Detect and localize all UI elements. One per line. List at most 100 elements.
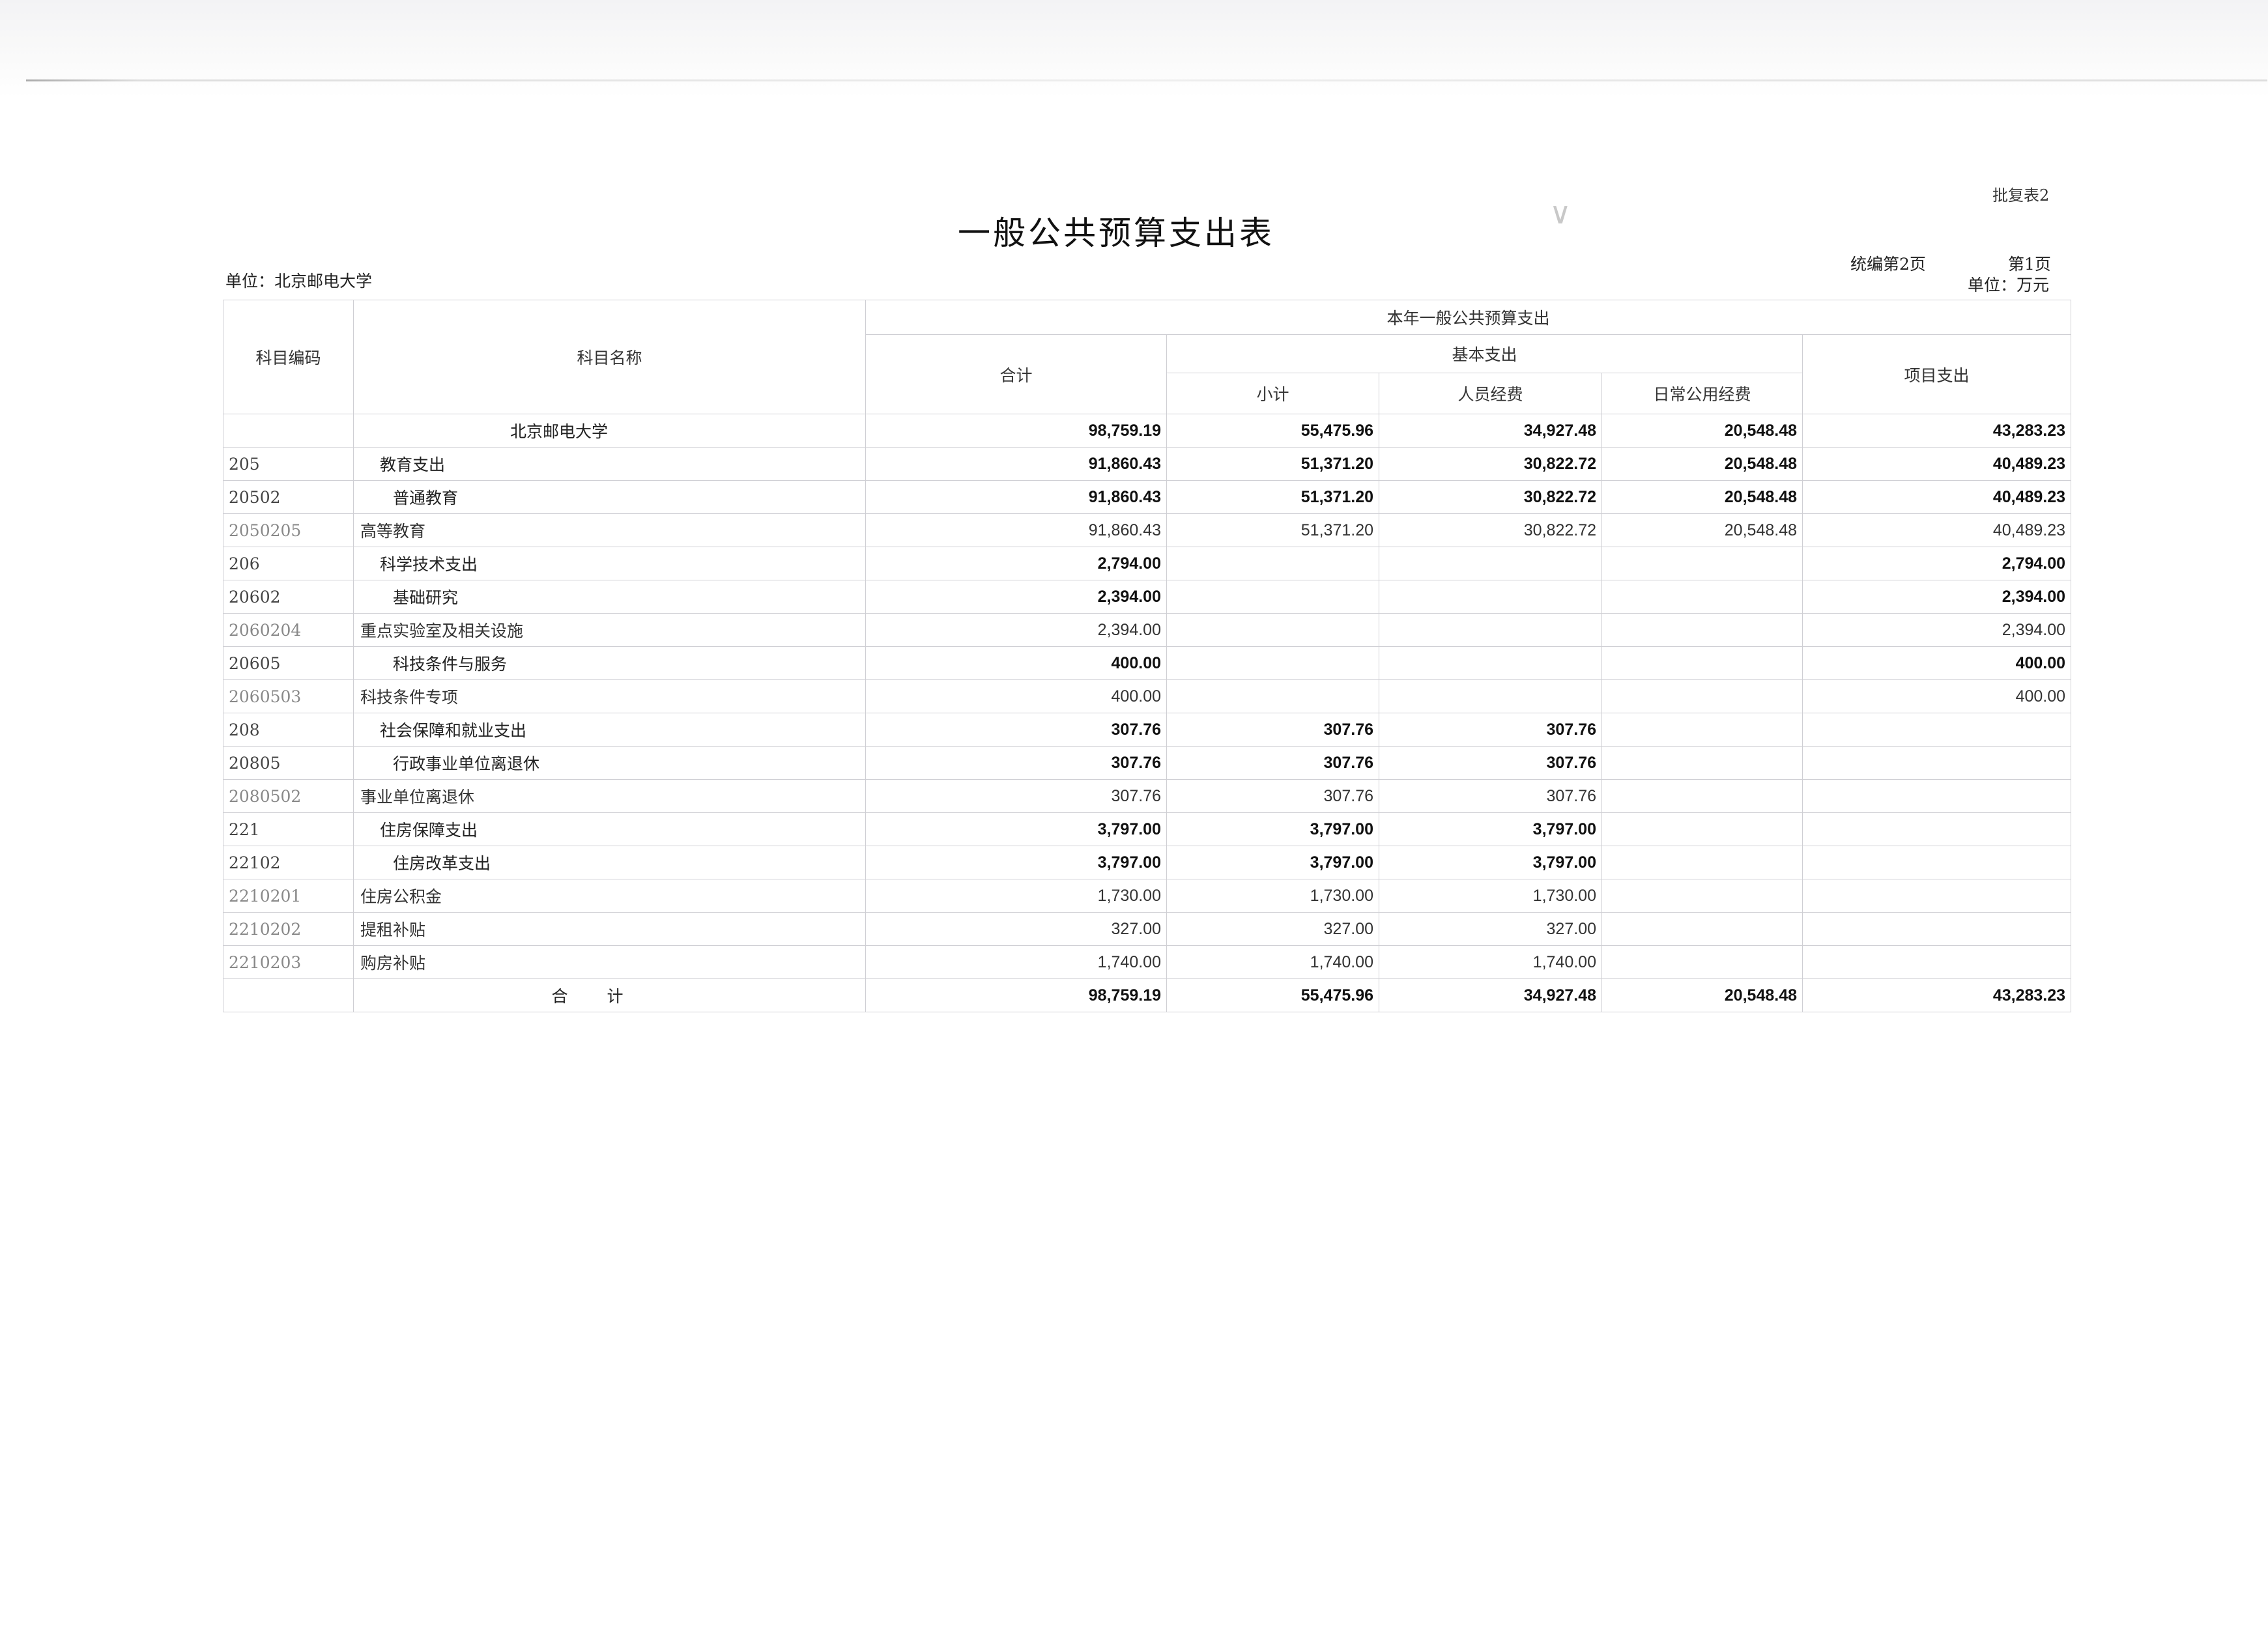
cell-subtotal (1166, 679, 1379, 713)
page-number: 第1页 (2008, 255, 2051, 274)
cell-personnel (1379, 679, 1602, 713)
cell-total: 3,797.00 (865, 846, 1167, 879)
table-row: 2210202 提租补贴 327.00 327.00 327.00 (223, 912, 2072, 946)
cell-total: 307.76 (865, 779, 1167, 813)
total-row: 合计 98,759.19 55,475.96 34,927.48 20,548.48 43… (223, 978, 2072, 1012)
table-row: 2060204 重点实验室及相关设施 2,394.00 2,394.00 (223, 613, 2072, 647)
cell-public (1601, 613, 1803, 647)
table-row: 20502 普通教育 91,860.43 51,371.20 30,822.72 20,5… (223, 480, 2072, 514)
cell-name: 高等教育 (353, 513, 866, 547)
cell-subtotal: 307.76 (1166, 746, 1379, 780)
cell-project (1801, 945, 2072, 979)
cell-personnel: 307.76 (1379, 713, 1602, 747)
cell-public: 20,548.48 (1601, 480, 1803, 514)
cell-code: 2080502 (223, 779, 354, 813)
cell-project: 2,394.00 (1801, 613, 2072, 647)
total-personnel: 34,927.48 (1379, 978, 1602, 1012)
total-public: 20,548.48 (1601, 978, 1803, 1012)
cell-subtotal: 327.00 (1166, 912, 1379, 946)
cell-total: 91,860.43 (865, 480, 1167, 514)
cell-personnel (1379, 646, 1602, 680)
cell-code: 2210201 (223, 879, 354, 913)
table-row: 2050205 高等教育 91,860.43 51,371.20 30,822.72 20… (223, 513, 2072, 547)
cell-name: 住房公积金 (353, 879, 866, 913)
cell-subtotal: 307.76 (1166, 779, 1379, 813)
cell-total: 2,794.00 (865, 547, 1167, 580)
cell-total: 400.00 (865, 679, 1167, 713)
table-row: 2060503 科技条件专项 400.00 400.00 (223, 679, 2072, 713)
total-total: 98,759.19 (865, 978, 1167, 1012)
scan-edge-line (26, 79, 2267, 81)
cell-project (1801, 879, 2072, 913)
header-basic: 基本支出 (1166, 334, 1803, 373)
cell-subtotal: 1,740.00 (1166, 945, 1379, 979)
cell-total: 2,394.00 (865, 580, 1167, 614)
cell-name: 社会保障和就业支出 (353, 713, 866, 747)
cell-project (1801, 746, 2072, 780)
cell-project: 400.00 (1801, 679, 2072, 713)
cell-name: 科学技术支出 (353, 547, 866, 580)
cell-code: 2050205 (223, 513, 354, 547)
header-code: 科目编码 (223, 300, 354, 414)
header-name: 科目名称 (353, 300, 866, 414)
cell-personnel (1379, 580, 1602, 614)
cell-project: 40,489.23 (1801, 513, 2072, 547)
cell-public (1601, 679, 1803, 713)
table-row: 20605 科技条件与服务 400.00 400.00 (223, 646, 2072, 680)
cell-subtotal: 51,371.20 (1166, 447, 1379, 481)
cell-total: 400.00 (865, 646, 1167, 680)
cell-subtotal: 3,797.00 (1166, 812, 1379, 846)
cell-name: 提租补贴 (353, 912, 866, 946)
cell-public (1601, 945, 1803, 979)
cell-project (1801, 912, 2072, 946)
cell-code (223, 414, 354, 448)
table-row: 2080502 事业单位离退休 307.76 307.76 307.76 (223, 779, 2072, 813)
cell-personnel: 30,822.72 (1379, 480, 1602, 514)
cell-name: 行政事业单位离退休 (353, 746, 866, 780)
table-row: 205 教育支出 91,860.43 51,371.20 30,822.72 20,548… (223, 447, 2072, 481)
header-subtotal: 小计 (1166, 373, 1379, 414)
cell-public (1601, 779, 1803, 813)
cell-total: 1,740.00 (865, 945, 1167, 979)
header-group: 本年一般公共预算支出 (865, 300, 2072, 335)
table-row: 20805 行政事业单位离退休 307.76 307.76 307.76 (223, 746, 2072, 780)
cell-project: 2,394.00 (1801, 580, 2072, 614)
cell-public: 20,548.48 (1601, 447, 1803, 481)
budget-table: 科目编码 科目名称 本年一般公共预算支出 合计 基本支出 项目支出 小计 人员经… (223, 300, 2072, 1012)
header-public: 日常公用经费 (1601, 373, 1803, 414)
cell-code: 2210203 (223, 945, 354, 979)
cell-personnel: 327.00 (1379, 912, 1602, 946)
cell-subtotal: 51,371.20 (1166, 480, 1379, 514)
cell-public (1601, 912, 1803, 946)
cell-subtotal (1166, 613, 1379, 647)
cell-personnel: 3,797.00 (1379, 846, 1602, 879)
cell-code (223, 978, 354, 1012)
cell-public (1601, 746, 1803, 780)
cell-personnel: 1,730.00 (1379, 879, 1602, 913)
cell-project: 40,489.23 (1801, 480, 2072, 514)
cell-total: 307.76 (865, 713, 1167, 747)
table-row: 206 科学技术支出 2,794.00 2,794.00 (223, 547, 2072, 580)
cell-name: 住房改革支出 (353, 846, 866, 879)
cell-personnel: 307.76 (1379, 779, 1602, 813)
cell-total: 307.76 (865, 746, 1167, 780)
cell-project (1801, 812, 2072, 846)
cell-name: 普通教育 (353, 480, 866, 514)
cell-code: 205 (223, 447, 354, 481)
table-row: 20602 基础研究 2,394.00 2,394.00 (223, 580, 2072, 614)
cell-code: 221 (223, 812, 354, 846)
cell-subtotal (1166, 646, 1379, 680)
cell-personnel (1379, 547, 1602, 580)
cell-total: 98,759.19 (865, 414, 1167, 448)
cell-subtotal: 1,730.00 (1166, 879, 1379, 913)
total-project: 43,283.23 (1801, 978, 2072, 1012)
table-row: 208 社会保障和就业支出 307.76 307.76 307.76 (223, 713, 2072, 747)
cell-public (1601, 812, 1803, 846)
cell-code: 2210202 (223, 912, 354, 946)
cell-code: 20805 (223, 746, 354, 780)
cell-subtotal: 307.76 (1166, 713, 1379, 747)
check-mark-icon: ∨ (1549, 195, 1572, 231)
cell-code: 2060503 (223, 679, 354, 713)
cell-total: 91,860.43 (865, 513, 1167, 547)
cell-personnel: 30,822.72 (1379, 447, 1602, 481)
